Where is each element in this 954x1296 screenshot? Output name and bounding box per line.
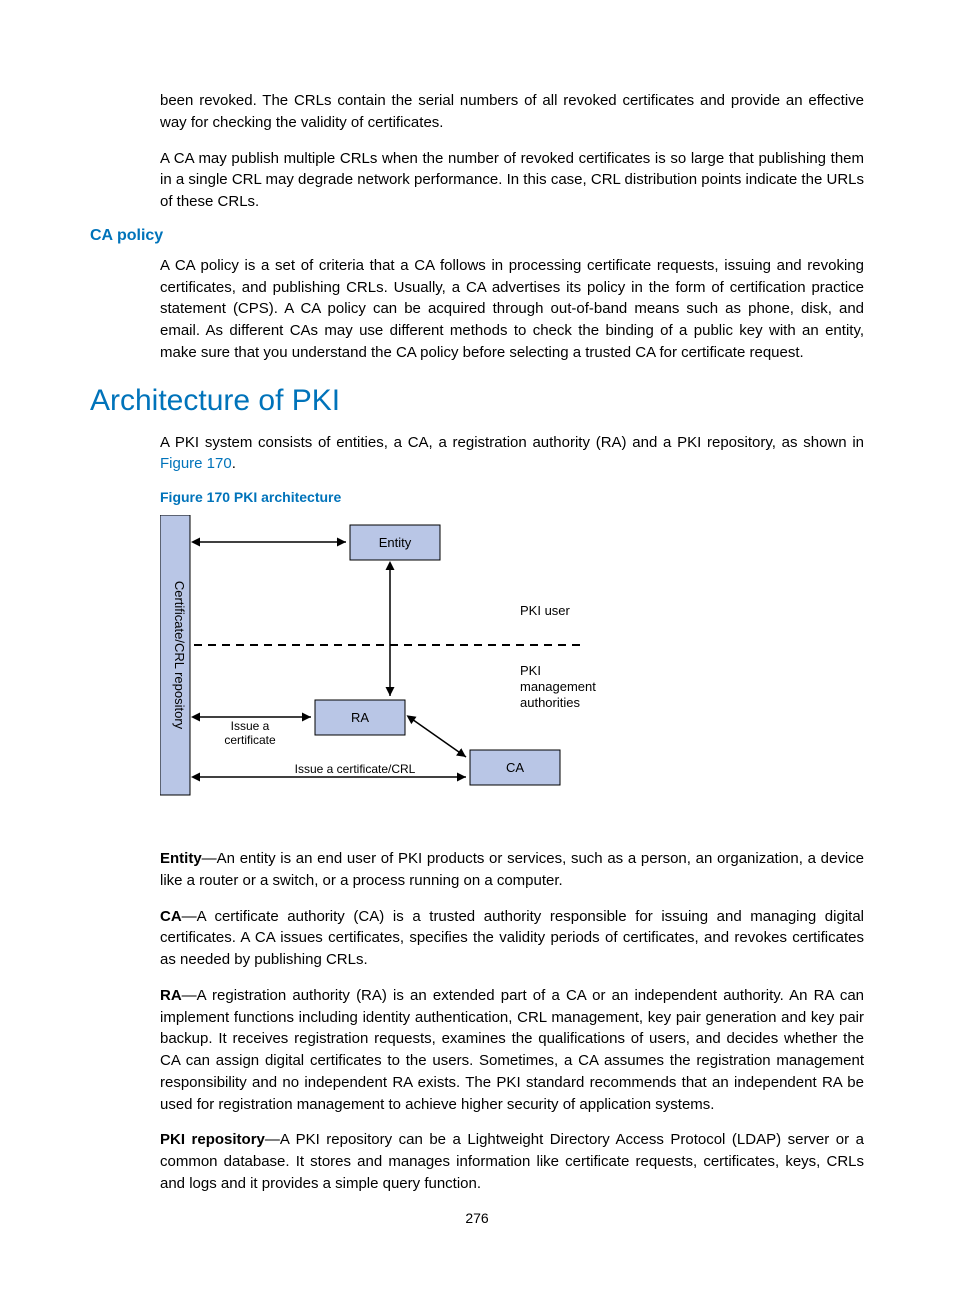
page: been revoked. The CRLs contain the seria… xyxy=(0,0,954,1296)
ca-term: CA xyxy=(160,908,182,925)
issue-cert-label-l1: Issue a xyxy=(231,719,270,733)
entity-definition: Entity—An entity is an end user of PKI p… xyxy=(160,848,864,892)
crl-paragraph-2: A CA may publish multiple CRLs when the … xyxy=(160,148,864,213)
figure-link[interactable]: Figure 170 xyxy=(160,455,232,472)
pki-mgmt-label-l3: authorities xyxy=(520,695,580,710)
ca-text: —A certificate authority (CA) is a trust… xyxy=(160,908,864,969)
repo-term: PKI repository xyxy=(160,1131,265,1148)
ra-definition: RA—A registration authority (RA) is an e… xyxy=(160,985,864,1116)
arrow-ra-ca xyxy=(409,717,466,757)
issue-cert-label-l2: certificate xyxy=(224,733,276,747)
architecture-intro: A PKI system consists of entities, a CA,… xyxy=(160,432,864,476)
figure-pki-architecture: Certificate/CRL repository Entity RA CA … xyxy=(160,515,864,820)
ca-policy-heading: CA policy xyxy=(90,227,864,245)
ca-label: CA xyxy=(506,760,524,775)
architecture-heading: Architecture of PKI xyxy=(90,384,864,418)
repo-text: —A PKI repository can be a Lightweight D… xyxy=(160,1131,864,1192)
architecture-intro-pre: A PKI system consists of entities, a CA,… xyxy=(160,434,864,451)
issue-cert-crl-label: Issue a certificate/CRL xyxy=(295,762,416,776)
pki-user-label: PKI user xyxy=(520,603,571,618)
pki-mgmt-label-l2: management xyxy=(520,679,596,694)
pki-diagram-svg: Certificate/CRL repository Entity RA CA … xyxy=(160,515,650,815)
repository-label: Certificate/CRL repository xyxy=(172,581,187,730)
repo-definition: PKI repository—A PKI repository can be a… xyxy=(160,1129,864,1194)
page-number: 276 xyxy=(0,1210,954,1226)
ca-policy-paragraph: A CA policy is a set of criteria that a … xyxy=(160,255,864,364)
architecture-intro-post: . xyxy=(232,455,236,472)
pki-mgmt-label-l1: PKI xyxy=(520,663,541,678)
entity-label: Entity xyxy=(379,535,412,550)
ra-text: —A registration authority (RA) is an ext… xyxy=(160,987,864,1113)
figure-caption: Figure 170 PKI architecture xyxy=(160,489,864,505)
ra-label: RA xyxy=(351,710,369,725)
entity-text: —An entity is an end user of PKI product… xyxy=(160,850,864,889)
ca-definition: CA—A certificate authority (CA) is a tru… xyxy=(160,906,864,971)
entity-term: Entity xyxy=(160,850,202,867)
ra-term: RA xyxy=(160,987,182,1004)
crl-paragraph-1: been revoked. The CRLs contain the seria… xyxy=(160,90,864,134)
